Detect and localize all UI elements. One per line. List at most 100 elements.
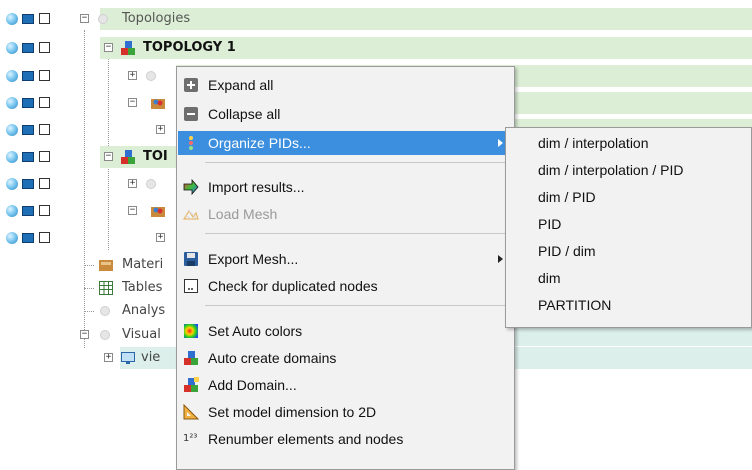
solid-toggle-icon[interactable] <box>22 43 34 53</box>
tree-row-topologies[interactable]: − Topologies <box>0 7 752 31</box>
solid-toggle-icon[interactable] <box>22 233 34 243</box>
check-nodes-icon <box>184 279 198 293</box>
submenu-item-dim[interactable]: dim <box>507 266 750 290</box>
solid-toggle-icon[interactable] <box>22 71 34 81</box>
collapse-icon[interactable]: − <box>80 14 89 23</box>
menu-item-check-duplicated-nodes[interactable]: Check for duplicated nodes <box>178 274 513 298</box>
menu-item-collapse-all[interactable]: Collapse all <box>178 102 513 126</box>
tree-label-analysis: Analys <box>122 303 166 318</box>
expand-icon[interactable]: + <box>128 71 137 80</box>
solid-toggle-icon[interactable] <box>22 14 34 24</box>
node-dot-icon <box>100 306 110 316</box>
node-dot-icon <box>146 179 156 189</box>
sphere-toggle-icon[interactable] <box>6 124 18 136</box>
load-mesh-icon <box>183 209 199 220</box>
tree-row-topology-1[interactable]: − TOPOLOGY 1 <box>0 36 752 60</box>
collapse-icon[interactable]: − <box>104 43 113 52</box>
menu-separator <box>205 233 510 234</box>
solid-toggle-icon[interactable] <box>22 206 34 216</box>
menu-item-expand-all[interactable]: Expand all <box>178 73 513 97</box>
visibility-controls[interactable] <box>6 205 66 217</box>
menu-item-organize-pids[interactable]: Organize PIDs... <box>178 131 513 155</box>
tree-branch-line <box>84 311 94 312</box>
menu-label: Import results... <box>208 179 305 195</box>
menu-item-set-auto-colors[interactable]: Set Auto colors <box>178 319 513 343</box>
menu-item-auto-create-domains[interactable]: Auto create domains <box>178 346 513 370</box>
solid-toggle-icon[interactable] <box>22 98 34 108</box>
solid-toggle-icon[interactable] <box>22 125 34 135</box>
menu-item-renumber[interactable]: 1²³ Renumber elements and nodes <box>178 427 513 451</box>
wireframe-toggle-icon[interactable] <box>39 151 50 162</box>
wireframe-toggle-icon[interactable] <box>39 42 50 53</box>
table-icon <box>99 281 113 295</box>
sphere-toggle-icon[interactable] <box>6 70 18 82</box>
submenu-item-dim-interpolation-pid[interactable]: dim / interpolation / PID <box>507 158 750 182</box>
collapse-icon[interactable]: − <box>104 152 113 161</box>
tree-label-tables: Tables <box>122 280 163 295</box>
menu-item-export-mesh[interactable]: Export Mesh... <box>178 247 513 271</box>
sphere-toggle-icon[interactable] <box>6 97 18 109</box>
wireframe-toggle-icon[interactable] <box>39 205 50 216</box>
menu-item-import-results[interactable]: Import results... <box>178 175 513 199</box>
menu-label: Set Auto colors <box>208 323 303 339</box>
expand-icon[interactable]: + <box>156 233 165 242</box>
collapse-icon[interactable]: − <box>128 98 137 107</box>
expand-icon[interactable]: + <box>128 179 137 188</box>
expand-icon[interactable]: + <box>156 125 165 134</box>
domain-blocks-icon <box>184 351 198 365</box>
solid-toggle-icon[interactable] <box>22 179 34 189</box>
wireframe-toggle-icon[interactable] <box>39 13 50 24</box>
wireframe-toggle-icon[interactable] <box>39 97 50 108</box>
menu-label: PID / dim <box>538 243 596 259</box>
tree-label-materials: Materi <box>122 257 164 272</box>
visibility-controls[interactable] <box>6 124 66 136</box>
tree-branch-line <box>84 288 94 289</box>
sphere-toggle-icon[interactable] <box>6 178 18 190</box>
menu-label: Export Mesh... <box>208 251 299 267</box>
menu-label: Renumber elements and nodes <box>208 431 404 447</box>
submenu-item-pid[interactable]: PID <box>507 212 750 236</box>
menu-label: dim / interpolation <box>538 135 649 151</box>
mesh-folder-icon <box>151 99 165 109</box>
menu-label: Collapse all <box>208 106 281 122</box>
menu-item-add-domain[interactable]: Add Domain... <box>178 373 513 397</box>
expand-icon[interactable]: + <box>104 353 113 362</box>
visibility-controls[interactable] <box>6 97 66 109</box>
submenu-item-pid-dim[interactable]: PID / dim <box>507 239 750 263</box>
visibility-controls[interactable] <box>6 13 66 25</box>
sphere-toggle-icon[interactable] <box>6 151 18 163</box>
visibility-controls[interactable] <box>6 151 66 163</box>
visibility-controls[interactable] <box>6 232 66 244</box>
set-square-icon <box>183 404 199 420</box>
visibility-controls[interactable] <box>6 70 66 82</box>
wireframe-toggle-icon[interactable] <box>39 178 50 189</box>
sphere-toggle-icon[interactable] <box>6 13 18 25</box>
solid-toggle-icon[interactable] <box>22 152 34 162</box>
submenu-arrow-icon <box>498 255 503 263</box>
menu-label: dim / PID <box>538 189 596 205</box>
wireframe-toggle-icon[interactable] <box>39 232 50 243</box>
sphere-toggle-icon[interactable] <box>6 232 18 244</box>
submenu-item-dim-pid[interactable]: dim / PID <box>507 185 750 209</box>
renumber-icon: 1²³ <box>183 433 198 444</box>
sphere-toggle-icon[interactable] <box>6 205 18 217</box>
save-disk-icon <box>184 252 198 266</box>
collapse-all-icon <box>184 107 198 121</box>
menu-item-set-model-dimension-2d[interactable]: Set model dimension to 2D <box>178 400 513 424</box>
materials-icon <box>99 260 113 271</box>
sphere-toggle-icon[interactable] <box>6 42 18 54</box>
collapse-icon[interactable]: − <box>80 330 89 339</box>
organize-pids-icon <box>189 136 193 150</box>
tree-label-visual: Visual <box>122 327 161 342</box>
topology-icon <box>121 41 135 55</box>
collapse-icon[interactable]: − <box>128 206 137 215</box>
submenu-item-dim-interpolation[interactable]: dim / interpolation <box>507 131 750 155</box>
wireframe-toggle-icon[interactable] <box>39 124 50 135</box>
menu-item-load-mesh[interactable]: Load Mesh <box>178 202 513 226</box>
menu-label: Expand all <box>208 77 274 93</box>
submenu-item-partition[interactable]: PARTITION <box>507 293 750 317</box>
visibility-controls[interactable] <box>6 178 66 190</box>
wireframe-toggle-icon[interactable] <box>39 70 50 81</box>
visibility-controls[interactable] <box>6 42 66 54</box>
menu-separator <box>205 162 510 163</box>
